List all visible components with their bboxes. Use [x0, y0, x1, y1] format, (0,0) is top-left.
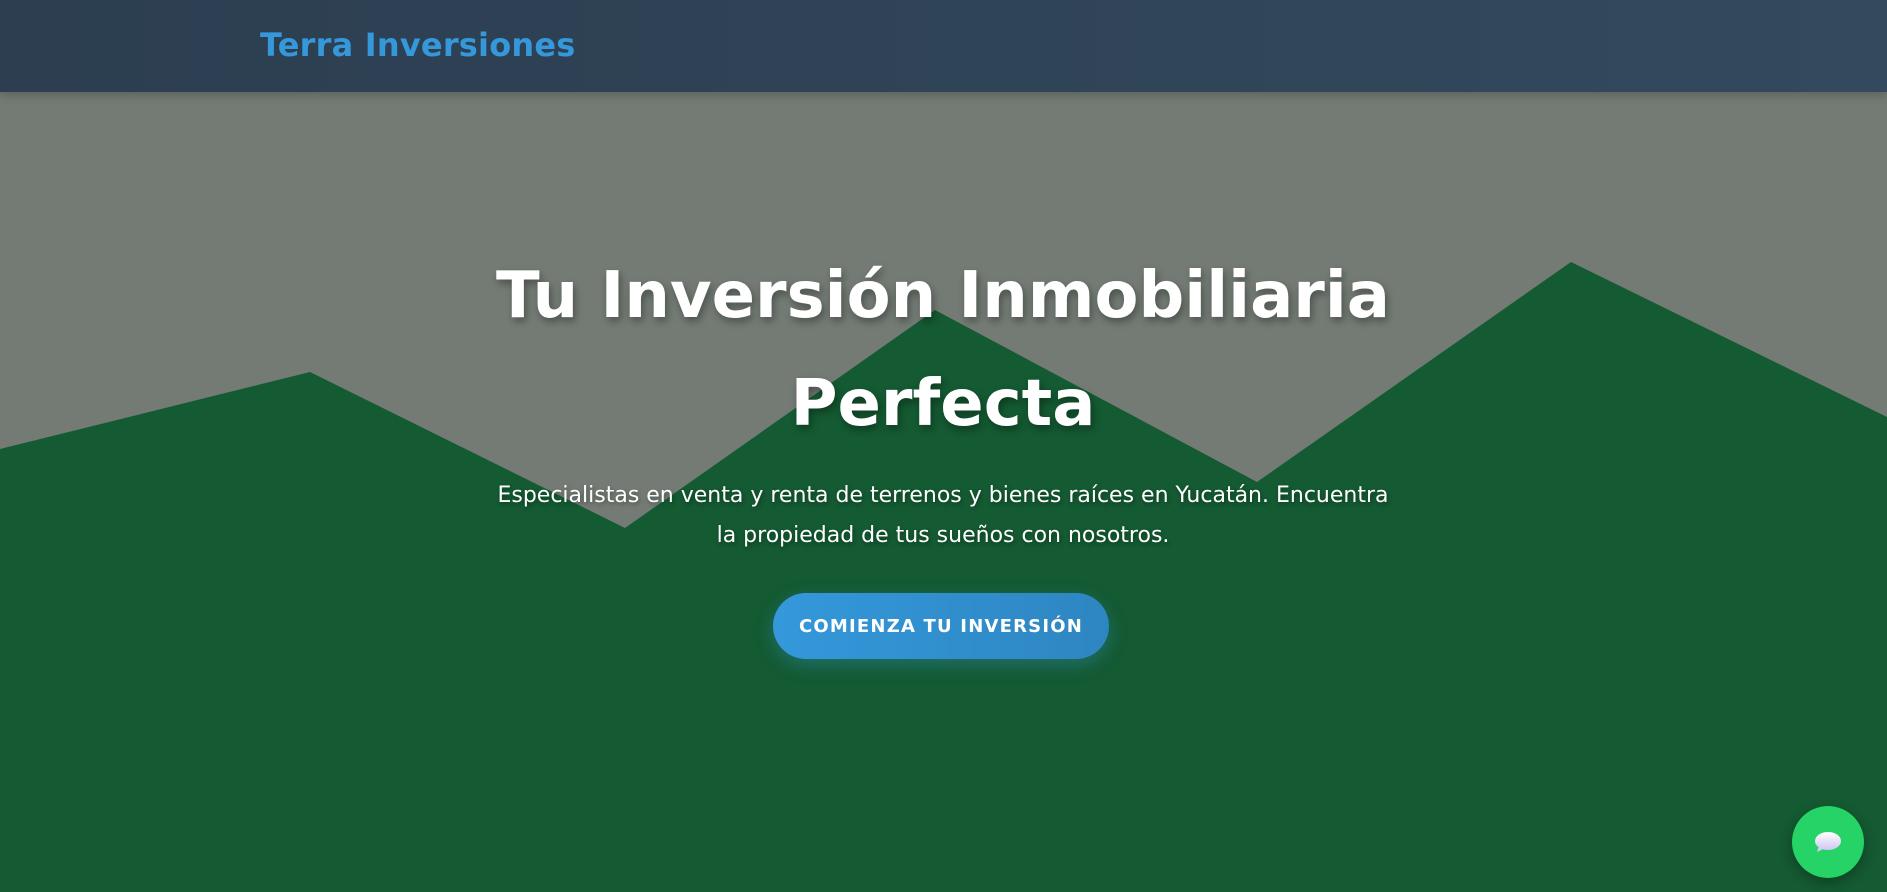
chat-button[interactable] — [1792, 806, 1864, 878]
hero-title: Tu Inversión Inmobiliaria Perfecta — [496, 259, 1390, 441]
hero-section: Tu Inversión Inmobiliaria Perfecta Espec… — [0, 92, 1887, 892]
hero-subtitle: Especialistas en venta y renta de terren… — [497, 483, 1389, 548]
brand-logo-link[interactable]: Terra Inversiones — [260, 26, 576, 64]
start-investment-button[interactable]: COMIENZA TU INVERSIÓN — [773, 593, 1109, 659]
navbar: Terra Inversiones — [0, 0, 1887, 92]
chat-bubble-icon — [1815, 832, 1841, 852]
